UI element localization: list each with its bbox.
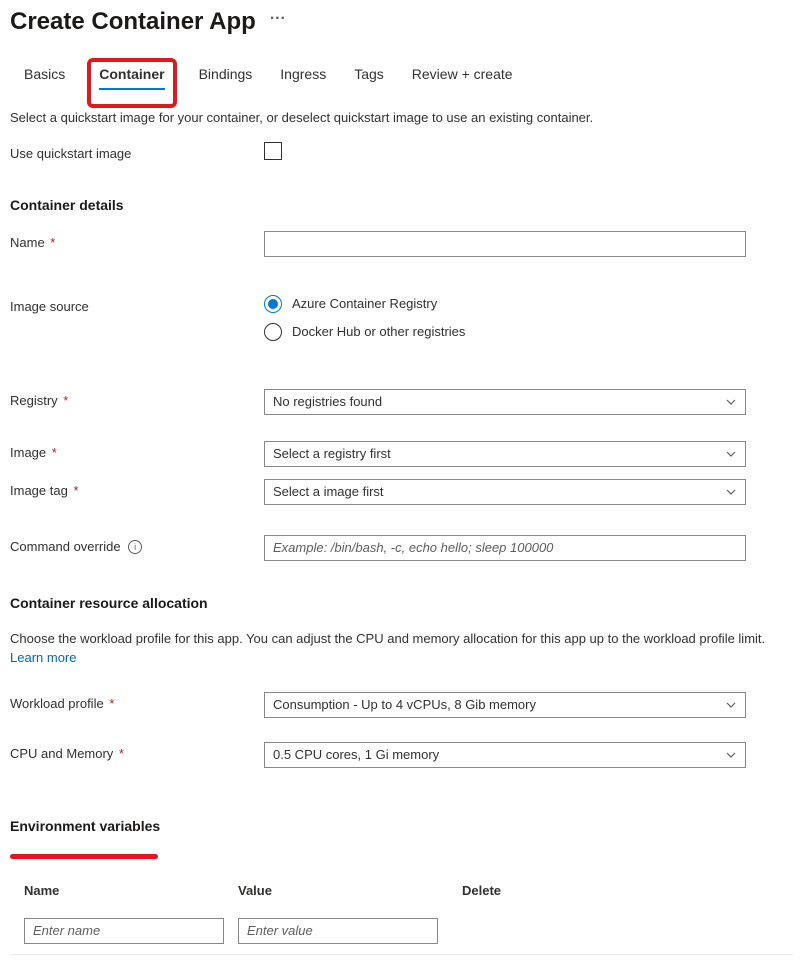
chevron-down-icon [725,448,737,460]
env-col-value: Value [238,883,462,898]
workload-label-text: Workload profile [10,696,104,711]
command-override-label: Command override i [10,535,264,555]
quickstart-checkbox[interactable] [264,142,282,160]
command-override-input[interactable] [264,535,746,561]
cpu-label-text: CPU and Memory [10,746,113,761]
required-marker: * [48,445,57,460]
image-tag-value: Select a image first [273,484,384,499]
env-col-name: Name [10,883,238,898]
section-resource-allocation: Container resource allocation [10,595,793,611]
env-name-input[interactable] [24,918,224,944]
radio-docker-circle [264,323,282,341]
name-label-text: Name [10,235,45,250]
image-tag-label-text: Image tag [10,483,68,498]
row-workload-profile: Workload profile * Consumption - Up to 4… [10,692,793,718]
required-marker: * [60,393,69,408]
tab-bar: Basics Container Bindings Ingress Tags R… [10,66,793,90]
tab-basics[interactable]: Basics [24,66,65,90]
registry-label: Registry * [10,389,264,408]
row-image: Image * Select a registry first [10,441,793,467]
quickstart-label: Use quickstart image [10,142,264,161]
workload-select[interactable]: Consumption - Up to 4 vCPUs, 8 Gib memor… [264,692,746,718]
chevron-down-icon [725,749,737,761]
env-col-delete: Delete [462,883,793,898]
registry-label-text: Registry [10,393,58,408]
required-marker: * [47,235,56,250]
env-table-header: Name Value Delete [10,877,793,908]
required-marker: * [106,696,115,711]
row-image-tag: Image tag * Select a image first [10,479,793,505]
tab-tags[interactable]: Tags [354,66,384,90]
row-name: Name * [10,231,793,257]
tab-bindings[interactable]: Bindings [199,66,253,90]
name-label: Name * [10,231,264,250]
workload-value: Consumption - Up to 4 vCPUs, 8 Gib memor… [273,697,536,712]
learn-more-link[interactable]: Learn more [10,650,76,665]
name-input[interactable] [264,231,746,257]
chevron-down-icon [725,699,737,711]
cpu-memory-select[interactable]: 0.5 CPU cores, 1 Gi memory [264,742,746,768]
radio-acr-circle [264,295,282,313]
env-row [10,908,793,955]
intro-text: Select a quickstart image for your conta… [10,108,793,128]
tab-container[interactable]: Container [99,66,164,90]
image-tag-label: Image tag * [10,479,264,498]
chevron-down-icon [725,396,737,408]
registry-value: No registries found [273,394,382,409]
cpu-label: CPU and Memory * [10,742,264,761]
tab-ingress[interactable]: Ingress [280,66,326,90]
row-quickstart: Use quickstart image [10,142,793,163]
radio-acr-label: Azure Container Registry [292,296,437,311]
required-marker: * [70,483,79,498]
image-value: Select a registry first [273,446,391,461]
cpu-memory-value: 0.5 CPU cores, 1 Gi memory [273,747,439,762]
image-select[interactable]: Select a registry first [264,441,746,467]
page-title-text: Create Container App [10,8,256,36]
page-title: Create Container App ··· [10,8,793,36]
radio-acr[interactable]: Azure Container Registry [264,295,746,313]
resource-alloc-desc-text: Choose the workload profile for this app… [10,631,765,646]
row-command-override: Command override i [10,535,793,561]
env-table: Name Value Delete [10,877,793,955]
radio-docker[interactable]: Docker Hub or other registries [264,323,746,341]
chevron-down-icon [725,486,737,498]
env-value-input[interactable] [238,918,438,944]
image-source-label: Image source [10,295,264,314]
resource-alloc-desc: Choose the workload profile for this app… [10,629,793,668]
tab-review-create[interactable]: Review + create [412,66,513,90]
required-marker: * [115,746,124,761]
command-override-label-text: Command override [10,539,121,554]
section-container-details: Container details [10,197,793,213]
row-registry: Registry * No registries found [10,389,793,415]
info-icon[interactable]: i [128,540,142,554]
workload-label: Workload profile * [10,692,264,711]
radio-docker-label: Docker Hub or other registries [292,324,465,339]
env-underline-annotation [10,854,158,859]
section-env-vars: Environment variables [10,818,160,834]
registry-select[interactable]: No registries found [264,389,746,415]
image-label: Image * [10,441,264,460]
image-tag-select[interactable]: Select a image first [264,479,746,505]
image-label-text: Image [10,445,46,460]
row-cpu-memory: CPU and Memory * 0.5 CPU cores, 1 Gi mem… [10,742,793,768]
more-icon[interactable]: ··· [270,10,286,34]
row-image-source: Image source Azure Container Registry Do… [10,295,793,351]
tab-highlight-annotation: Container [87,58,176,108]
